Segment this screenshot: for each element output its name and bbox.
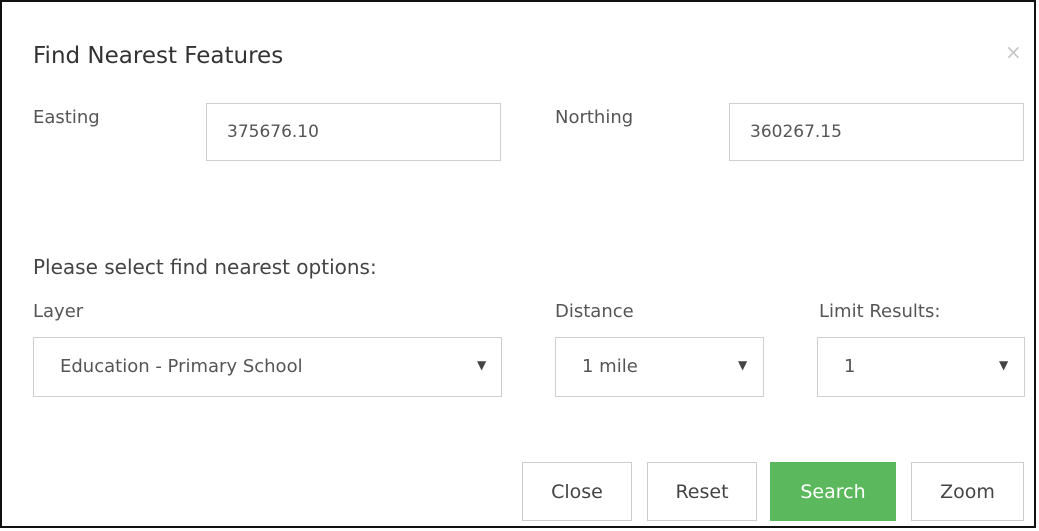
distance-select[interactable]: 1 mile ▼ (555, 337, 764, 397)
distance-select-value: 1 mile (582, 356, 638, 377)
limit-results-select-value: 1 (844, 356, 856, 377)
easting-input[interactable] (206, 103, 501, 161)
limit-results-select[interactable]: 1 ▼ (817, 337, 1025, 397)
close-icon[interactable]: × (1005, 42, 1022, 62)
dialog-title: Find Nearest Features (33, 43, 284, 69)
layer-label: Layer (33, 301, 84, 322)
chevron-down-icon: ▼ (738, 358, 748, 372)
layer-select-value: Education - Primary School (60, 356, 303, 377)
zoom-button[interactable]: Zoom (911, 462, 1024, 521)
chevron-down-icon: ▼ (477, 358, 487, 372)
chevron-down-icon: ▼ (999, 358, 1009, 372)
limit-results-label: Limit Results: (819, 301, 941, 322)
distance-label: Distance (555, 301, 634, 322)
close-button[interactable]: Close (522, 462, 632, 521)
easting-label: Easting (33, 107, 100, 128)
northing-input[interactable] (729, 103, 1024, 161)
northing-label: Northing (555, 107, 634, 128)
search-button[interactable]: Search (770, 462, 896, 521)
layer-select[interactable]: Education - Primary School ▼ (33, 337, 502, 397)
find-nearest-dialog: Find Nearest Features × Easting Northing… (0, 0, 1036, 528)
options-section-title: Please select find nearest options: (33, 255, 377, 279)
reset-button[interactable]: Reset (647, 462, 757, 521)
